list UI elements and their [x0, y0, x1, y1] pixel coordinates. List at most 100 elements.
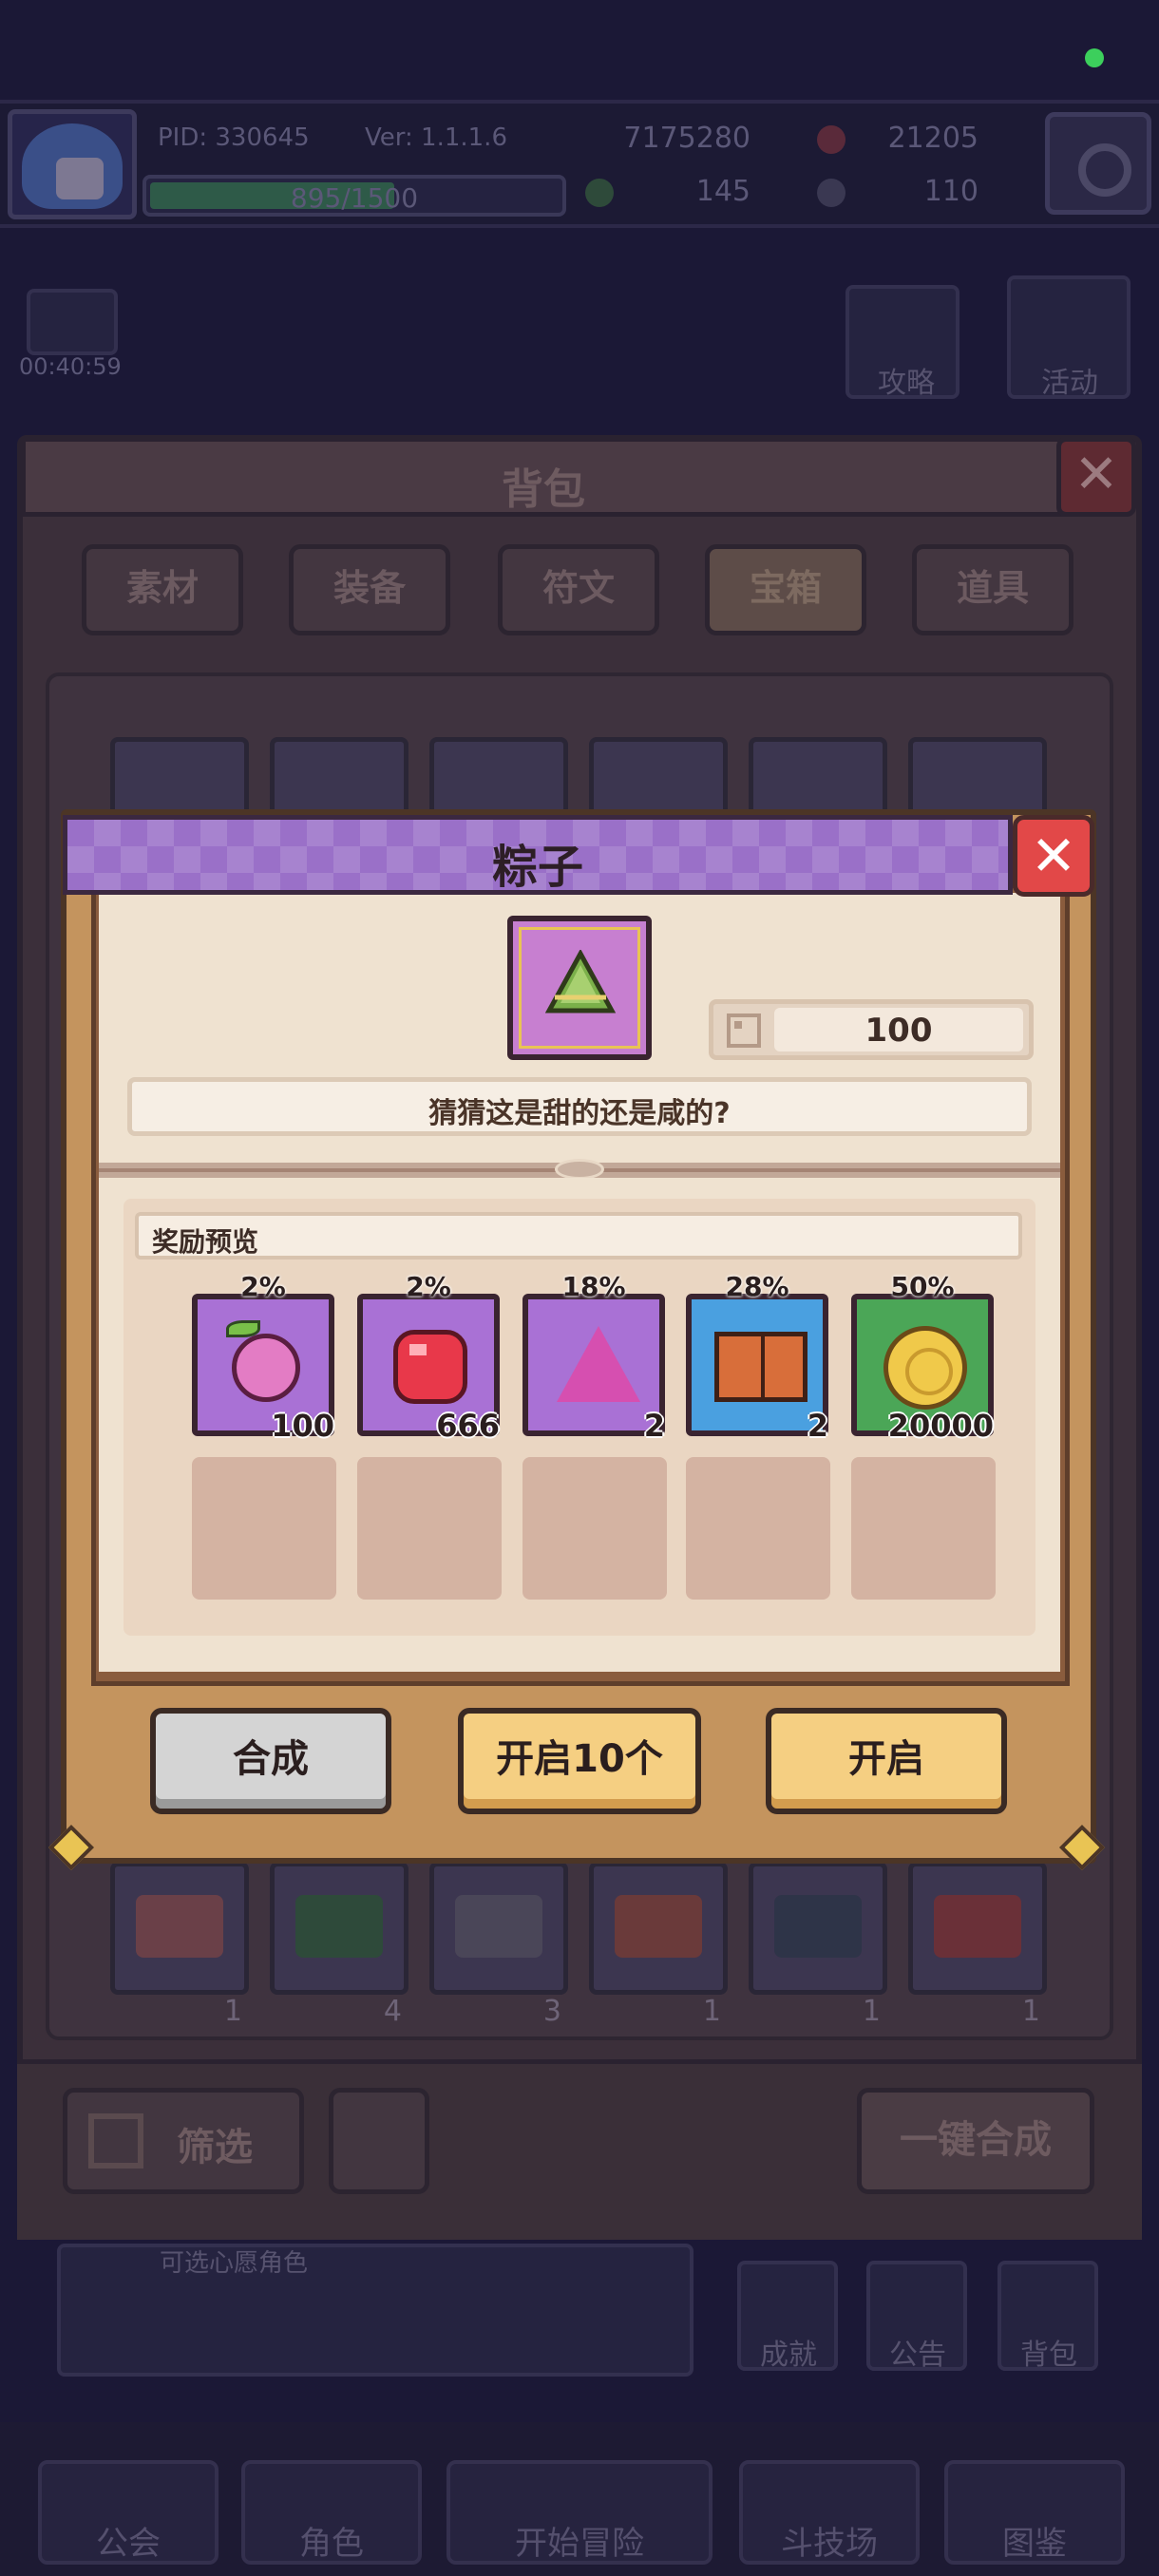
tab-items[interactable]: 道具 — [912, 544, 1074, 635]
tab-chests[interactable]: 宝箱 — [705, 544, 866, 635]
gem-icon — [817, 125, 846, 154]
chest-count: 1 — [702, 1995, 721, 2028]
gold-coin-icon — [884, 1326, 967, 1410]
backpack-close-button[interactable]: ✕ — [1056, 437, 1136, 517]
player-id: PID: 330645 — [158, 123, 310, 152]
wish-hint: 可选心愿角色 — [160, 2249, 309, 2278]
empty-reward-slot — [686, 1457, 830, 1600]
bag-label: 背包 — [1020, 2339, 1077, 2372]
leaf-icon — [226, 1320, 260, 1337]
gift-timer: 00:40:59 — [19, 353, 122, 380]
notice-label: 公告 — [889, 2339, 946, 2372]
wish-panel[interactable] — [57, 2244, 694, 2377]
empty-reward-slot — [522, 1457, 667, 1600]
chest-icon — [455, 1895, 542, 1958]
guide-label: 攻略 — [878, 367, 935, 400]
drop-rate: 2% — [406, 1271, 451, 1302]
reward-slot[interactable]: 2% 100 — [192, 1271, 334, 1444]
chest-slot[interactable]: 1 — [908, 1862, 1047, 2028]
chest-icon — [774, 1895, 862, 1958]
owned-count-box: 100 — [709, 999, 1034, 1060]
xp-text: 895/1500 — [290, 182, 419, 214]
owned-count: 100 — [864, 1012, 933, 1050]
drop-rate: 28% — [725, 1271, 789, 1302]
tab-materials[interactable]: 素材 — [82, 544, 243, 635]
pink-crystal-icon — [557, 1326, 640, 1402]
open-ten-button[interactable]: 开启10个 — [458, 1708, 701, 1814]
chest-slot[interactable]: 1 — [110, 1862, 249, 2028]
merge-all-button[interactable]: 一键合成 — [857, 2088, 1094, 2194]
refresh-button[interactable] — [329, 2088, 429, 2194]
divider-ornament — [555, 1159, 604, 1180]
tab-equipment[interactable]: 装备 — [289, 544, 450, 635]
chest-count: 3 — [542, 1995, 561, 2028]
chest-slot[interactable]: 1 — [589, 1862, 728, 2028]
chest-slot[interactable]: 1 — [749, 1862, 887, 2028]
chest-icon — [136, 1895, 223, 1958]
reward-quantity: 2 — [643, 1408, 665, 1444]
gem-amount: 21205 — [887, 122, 978, 155]
section-divider — [99, 1159, 1060, 1180]
rewards-title: 奖励预览 — [152, 1226, 259, 1258]
close-button[interactable]: ✕ — [1013, 815, 1094, 897]
nav-guild-label: 公会 — [96, 2525, 161, 2563]
clover-icon — [585, 179, 614, 207]
event-label: 活动 — [1041, 367, 1098, 400]
item-description: 猜猜这是甜的还是咸的? — [428, 1097, 731, 1130]
backpack-title: 背包 — [502, 465, 585, 514]
chest-count: 1 — [862, 1995, 881, 2028]
open-button[interactable]: 开启 — [766, 1708, 1007, 1814]
chest-icon — [295, 1895, 383, 1958]
tab-runes[interactable]: 符文 — [498, 544, 659, 635]
merge-button[interactable]: 合成 — [150, 1708, 391, 1814]
avatar-face — [56, 158, 104, 199]
dialog-header: 粽子 — [63, 815, 1013, 895]
reward-slot[interactable]: 50% 20000 — [851, 1271, 994, 1444]
key-amount: 110 — [923, 175, 978, 208]
reward-slot[interactable]: 2% 666 — [357, 1271, 500, 1444]
chest-count: 1 — [223, 1995, 242, 2028]
book-icon — [714, 1332, 808, 1402]
inventory-icon — [727, 1013, 761, 1048]
filter-label: 筛选 — [177, 2126, 253, 2169]
empty-reward-slot — [851, 1457, 996, 1600]
drop-rate: 50% — [890, 1271, 955, 1302]
fruit-icon — [232, 1334, 300, 1402]
close-icon: ✕ — [1030, 824, 1077, 888]
chest-count: 1 — [1021, 1995, 1040, 2028]
reward-quantity: 2 — [807, 1408, 828, 1444]
drop-rate: 2% — [240, 1271, 286, 1302]
gift-icon[interactable] — [27, 289, 118, 355]
chest-slot[interactable]: 3 — [429, 1862, 568, 2028]
rewards-title-bar: 奖励预览 — [135, 1212, 1022, 1260]
drop-rate: 18% — [561, 1271, 626, 1302]
reward-slot[interactable]: 18% 2 — [522, 1271, 665, 1444]
gold-amount: 7175280 — [623, 122, 750, 155]
chest-icon — [934, 1895, 1021, 1958]
status-indicator — [1085, 48, 1104, 67]
version-label: Ver: 1.1.1.6 — [365, 123, 507, 152]
clover-amount: 145 — [695, 175, 750, 208]
nav-adventure-label: 开始冒险 — [515, 2525, 644, 2563]
reward-quantity: 20000 — [887, 1408, 994, 1444]
key-icon — [817, 179, 846, 207]
dialog-title: 粽子 — [491, 841, 583, 894]
zongzi-icon — [545, 950, 616, 1013]
grid-icon — [88, 2113, 143, 2169]
reward-quantity: 666 — [436, 1408, 500, 1444]
item-icon-frame — [507, 916, 652, 1060]
description-box: 猜猜这是甜的还是咸的? — [127, 1077, 1032, 1136]
settings-button[interactable] — [1045, 112, 1151, 215]
chest-slot[interactable]: 4 — [270, 1862, 408, 2028]
reward-slot[interactable]: 28% 2 — [686, 1271, 828, 1444]
player-avatar[interactable] — [8, 109, 137, 219]
reward-quantity: 100 — [271, 1408, 334, 1444]
nav-character-label: 角色 — [299, 2525, 364, 2563]
chest-icon — [615, 1895, 702, 1958]
red-gem-icon — [393, 1330, 467, 1404]
empty-reward-slot — [192, 1457, 336, 1600]
achievement-label: 成就 — [760, 2339, 817, 2372]
nav-codex-label: 图鉴 — [1002, 2525, 1067, 2563]
chest-count: 4 — [383, 1995, 402, 2028]
nav-arena-label: 斗技场 — [781, 2525, 878, 2563]
